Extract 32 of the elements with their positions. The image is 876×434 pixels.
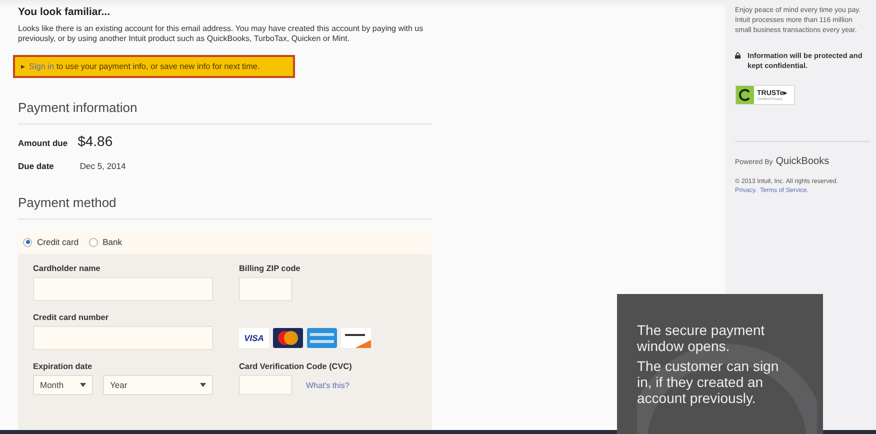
- lock-icon: [735, 51, 741, 60]
- cvc-field[interactable]: [239, 375, 292, 395]
- due-date-label: Due date: [18, 161, 54, 171]
- amount-value: $4.86: [78, 133, 113, 149]
- card-number-field[interactable]: [33, 326, 213, 350]
- month-select[interactable]: Month: [33, 375, 93, 395]
- mastercard-logo: [273, 328, 303, 348]
- year-select[interactable]: Year: [103, 375, 213, 395]
- due-date-value: Dec 5, 2014: [80, 161, 126, 171]
- discover-logo: [341, 328, 371, 348]
- cardholder-name-field[interactable]: [33, 277, 213, 301]
- sign-in-banner: ▸ Sign in to use your payment info, or save new info for next time.: [13, 55, 295, 78]
- field-label: Billing ZIP code: [239, 264, 302, 273]
- notice-title: You look familiar...: [18, 6, 111, 18]
- caption-text: The secure payment window opens.: [637, 322, 766, 354]
- field-label: Expiration date: [33, 362, 94, 371]
- visa-logo: VISA: [239, 328, 269, 348]
- amex-logo: [307, 328, 337, 348]
- caret-icon: [80, 383, 86, 387]
- field-label: Cardholder name: [33, 264, 102, 273]
- payment-type-radio[interactable]: Bank: [88, 237, 122, 247]
- payment-type-radio[interactable]: Credit card: [23, 237, 79, 247]
- field-label: Credit card number: [33, 313, 110, 322]
- caption-text: The customer can sign in, if they created an account previously.: [637, 358, 780, 406]
- zip-code-field[interactable]: [239, 277, 292, 301]
- amount-label: Amount due: [18, 138, 68, 148]
- whats-this-link[interactable]: What's this?: [306, 380, 350, 390]
- caret-icon: [200, 383, 206, 387]
- notice-message: Looks like there is an existing account for this email address. You may have created this account by paying with us previously, or by using another Intuit product such as QuickBooks, TurboTax, Quicken or Mint.: [18, 24, 424, 43]
- field-label: Card Verification Code (CVC): [239, 362, 353, 371]
- section-title: Payment information: [18, 100, 432, 125]
- section-title: Payment method: [18, 195, 432, 220]
